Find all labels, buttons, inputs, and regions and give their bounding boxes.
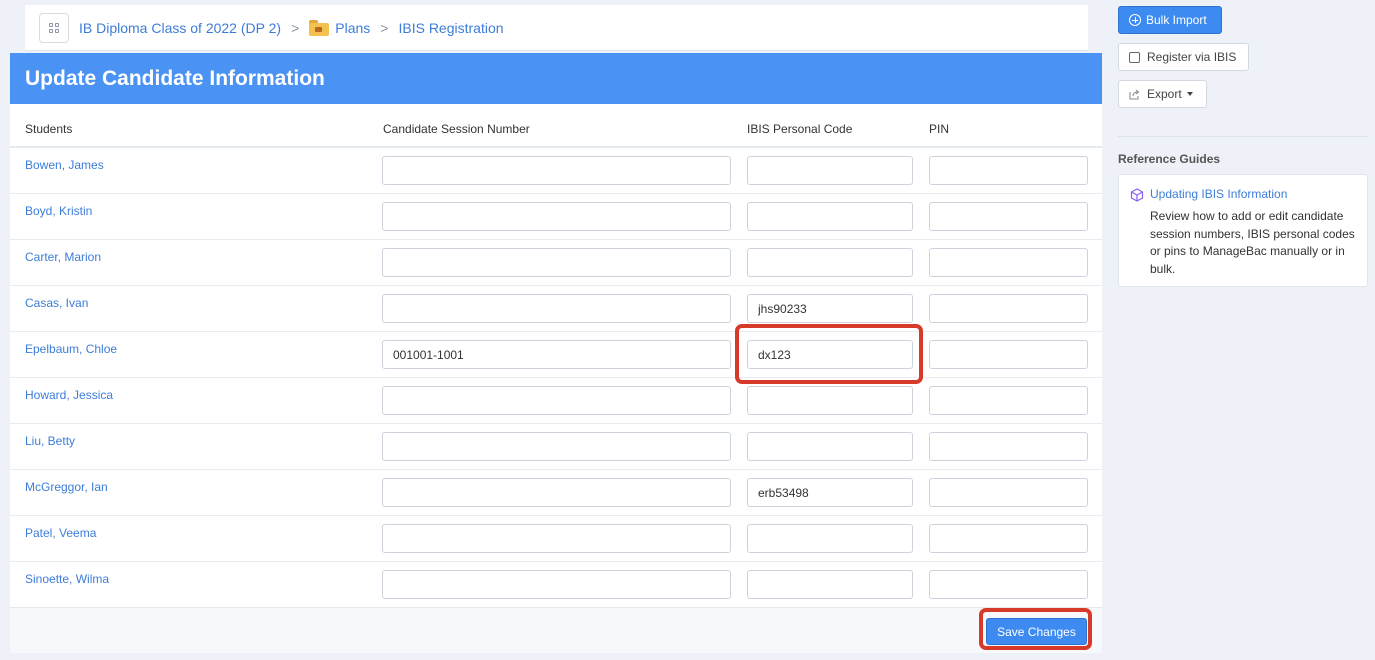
- reference-description: Review how to add or edit candidate sess…: [1150, 209, 1355, 276]
- breadcrumb-current[interactable]: IBIS Registration: [398, 20, 503, 36]
- student-name-link[interactable]: Sinoette, Wilma: [25, 572, 109, 586]
- table-row: McGreggor, Ian: [10, 470, 1102, 516]
- student-name-link[interactable]: Bowen, James: [25, 158, 104, 172]
- table-row: Sinoette, Wilma: [10, 562, 1102, 608]
- table-row: Casas, Ivan: [10, 286, 1102, 332]
- register-ibis-label: Register via IBIS: [1147, 50, 1237, 64]
- bulk-import-button[interactable]: Bulk Import: [1118, 6, 1222, 34]
- candidate-session-input[interactable]: [382, 524, 731, 553]
- breadcrumb-class-link[interactable]: IB Diploma Class of 2022 (DP 2): [79, 20, 281, 36]
- student-name-link[interactable]: Epelbaum, Chloe: [25, 342, 117, 356]
- pin-input[interactable]: [929, 294, 1088, 323]
- pin-input[interactable]: [929, 524, 1088, 553]
- folder-icon: [309, 19, 330, 36]
- updating-ibis-link[interactable]: Updating IBIS Information: [1150, 187, 1287, 201]
- ibis-code-input[interactable]: [747, 156, 913, 185]
- student-name-link[interactable]: McGreggor, Ian: [25, 480, 108, 494]
- chevron-down-icon: [1186, 92, 1193, 96]
- ibis-code-input[interactable]: [747, 248, 913, 277]
- table-row: Liu, Betty: [10, 424, 1102, 470]
- export-label: Export: [1147, 87, 1182, 101]
- candidate-session-input[interactable]: [382, 432, 731, 461]
- breadcrumb-separator: >: [380, 19, 389, 36]
- bulk-import-label: Bulk Import: [1146, 13, 1207, 27]
- pin-input[interactable]: [929, 202, 1088, 231]
- student-name-link[interactable]: Casas, Ivan: [25, 296, 88, 310]
- candidate-session-input[interactable]: [382, 386, 731, 415]
- table-row: Epelbaum, Chloe: [10, 332, 1102, 378]
- apps-grid-button[interactable]: [39, 12, 69, 43]
- student-name-link[interactable]: Boyd, Kristin: [25, 204, 92, 218]
- export-icon: [1129, 89, 1140, 99]
- student-name-link[interactable]: Howard, Jessica: [25, 388, 113, 402]
- ibis-code-input[interactable]: [747, 570, 913, 599]
- ibis-code-input[interactable]: [747, 202, 913, 231]
- candidate-session-input[interactable]: [382, 340, 731, 369]
- candidate-session-input[interactable]: [382, 202, 731, 231]
- candidate-session-input[interactable]: [382, 156, 731, 185]
- reference-guide-card: Updating IBIS Information Review how to …: [1118, 174, 1368, 287]
- breadcrumb-separator: >: [291, 19, 300, 36]
- table-row: Bowen, James: [10, 148, 1102, 194]
- sidebar-divider: [1118, 136, 1368, 137]
- form-footer: Save Changes: [10, 607, 1102, 653]
- ibis-code-input[interactable]: [747, 340, 913, 369]
- pin-input[interactable]: [929, 570, 1088, 599]
- grid-icon: [49, 22, 59, 33]
- column-header-students: Students: [25, 122, 73, 136]
- student-name-link[interactable]: Carter, Marion: [25, 250, 101, 264]
- column-header-ibis: IBIS Personal Code: [747, 122, 853, 136]
- cube-icon: [1130, 188, 1144, 202]
- ibis-code-input[interactable]: [747, 386, 913, 415]
- candidate-session-input[interactable]: [382, 248, 731, 277]
- table-row: Howard, Jessica: [10, 378, 1102, 424]
- candidate-session-input[interactable]: [382, 294, 731, 323]
- ibis-code-input[interactable]: [747, 432, 913, 461]
- pin-input[interactable]: [929, 478, 1088, 507]
- candidate-session-input[interactable]: [382, 570, 731, 599]
- export-dropdown-button[interactable]: Export: [1118, 80, 1207, 108]
- column-header-session: Candidate Session Number: [383, 122, 530, 136]
- student-name-link[interactable]: Liu, Betty: [25, 434, 75, 448]
- ibis-code-input[interactable]: [747, 524, 913, 553]
- reference-guides-title: Reference Guides: [1118, 152, 1221, 166]
- pin-input[interactable]: [929, 386, 1088, 415]
- breadcrumb-plans-link[interactable]: Plans: [335, 20, 370, 36]
- pin-input[interactable]: [929, 432, 1088, 461]
- pin-input[interactable]: [929, 340, 1088, 369]
- column-header-pin: PIN: [929, 122, 950, 136]
- breadcrumb: IB Diploma Class of 2022 (DP 2) > Plans …: [25, 5, 1088, 51]
- plus-circle-icon: [1129, 14, 1141, 26]
- square-icon: [1129, 51, 1140, 63]
- table-row: Patel, Veema: [10, 516, 1102, 562]
- pin-input[interactable]: [929, 248, 1088, 277]
- page-title: Update Candidate Information: [10, 53, 1102, 104]
- candidate-session-input[interactable]: [382, 478, 731, 507]
- table-row: Boyd, Kristin: [10, 194, 1102, 240]
- ibis-code-input[interactable]: [747, 478, 913, 507]
- ibis-code-input[interactable]: [747, 294, 913, 323]
- table-row: Carter, Marion: [10, 240, 1102, 286]
- register-via-ibis-button[interactable]: Register via IBIS: [1118, 43, 1249, 71]
- pin-input[interactable]: [929, 156, 1088, 185]
- student-name-link[interactable]: Patel, Veema: [25, 526, 96, 540]
- candidate-panel: Update Candidate Information Students Ca…: [10, 53, 1102, 653]
- save-changes-button[interactable]: Save Changes: [986, 618, 1087, 645]
